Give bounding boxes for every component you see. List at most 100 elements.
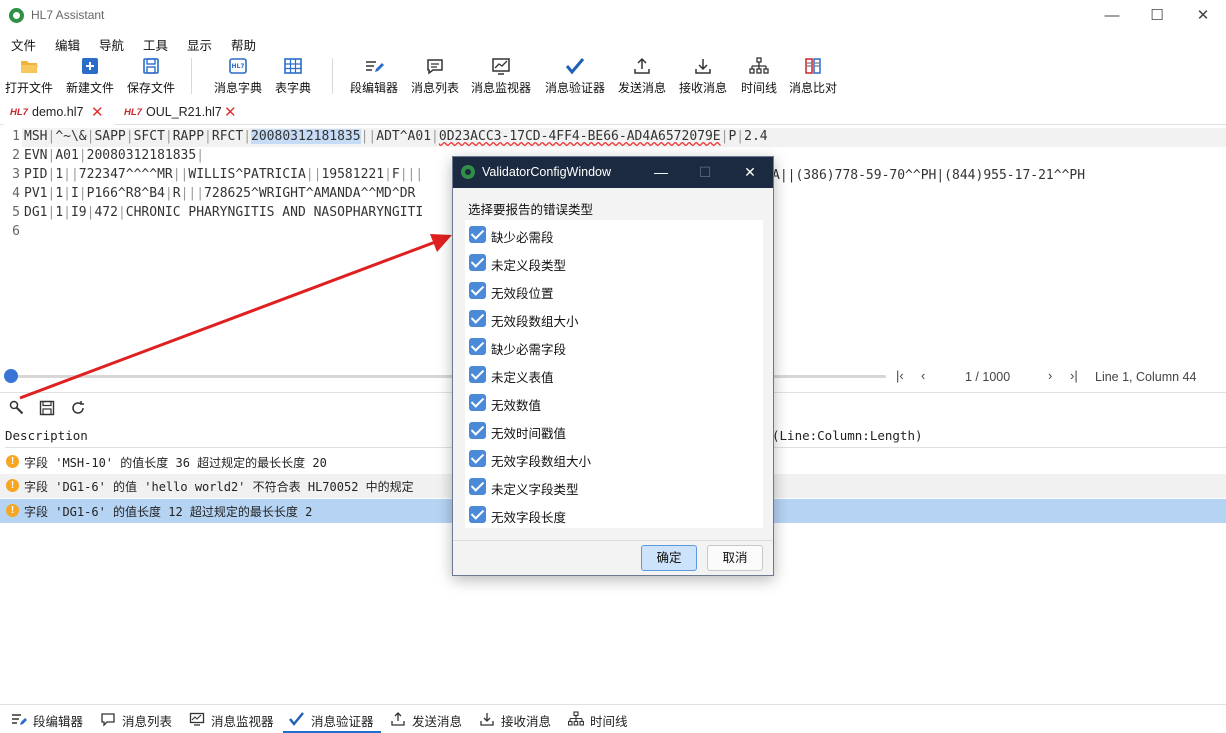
field-separator: | (63, 186, 71, 201)
editor-line: PID|1||722347^^^^MR||WILLIS^PATRICIA||19… (24, 167, 423, 182)
field-value: 722347^^^^MR (78, 167, 173, 182)
checkbox-checked-icon (469, 254, 486, 271)
checkbox-invalid-timestamp-value[interactable]: 无效时间戳值 (469, 419, 759, 445)
toolbar-separator (332, 58, 333, 94)
field-value: F (391, 167, 400, 182)
column-header-location[interactable]: (Line:Column:Length) (772, 423, 1226, 448)
field-value: R (172, 186, 181, 201)
message-slider-thumb[interactable] (4, 369, 18, 383)
bottom-tab-send-message[interactable]: 发送消息 (390, 705, 464, 733)
refresh-icon[interactable] (69, 399, 87, 417)
field-value: DG1 (24, 205, 48, 220)
last-message-button[interactable]: ›| (1070, 368, 1078, 383)
checkbox-undefined-field-type[interactable]: 未定义字段类型 (469, 475, 759, 501)
field-value: I9 (70, 205, 87, 220)
checkbox-checked-icon (469, 506, 486, 523)
message-validator-button[interactable]: 消息验证器 (543, 54, 607, 98)
next-message-button[interactable]: › (1048, 368, 1052, 383)
app-logo-icon (9, 8, 24, 23)
upload-icon (634, 57, 650, 74)
field-value: RAPP (172, 129, 205, 144)
bottom-panel-tabs: 段编辑器 消息列表 消息监视器 消息验证器 发送消息 接收消息 时间线 (0, 704, 1226, 733)
wrench-settings-icon[interactable] (8, 399, 26, 417)
table-dictionary-button[interactable]: 表字典 (266, 54, 320, 98)
field-value: ^~\& (55, 129, 87, 144)
checkbox-invalid-field-length[interactable]: 无效字段长度 (469, 503, 759, 529)
editor-line: MSH|^~\&|SAPP|SFCT|RAPP|RFCT|20080312181… (24, 129, 768, 144)
save-results-icon[interactable] (38, 399, 56, 417)
bottom-tab-message-list[interactable]: 消息列表 (100, 705, 174, 733)
checkbox-missing-required-segment[interactable]: 缺少必需段 (469, 223, 759, 249)
message-monitor-button[interactable]: 消息监视器 (469, 54, 533, 98)
field-value: P166^R8^B4 (86, 186, 165, 201)
field-value: SFCT (133, 129, 165, 144)
close-tab-icon[interactable]: ✕ (224, 103, 237, 121)
checkbox-undefined-segment-type[interactable]: 未定义段类型 (469, 251, 759, 277)
new-file-button[interactable]: 新建文件 (63, 54, 117, 98)
tab-demo-hl7[interactable]: HL7 demo.hl7 ✕ (4, 101, 114, 126)
field-value: I (70, 186, 79, 201)
save-icon (143, 58, 159, 74)
tab-oul-r21-hl7[interactable]: HL7 OUL_R21.hl7 ✕ (124, 101, 244, 125)
checkbox-checked-icon (469, 226, 486, 243)
field-value: 1 (55, 167, 64, 182)
menu-help[interactable]: 帮助 (231, 35, 256, 54)
svg-text:HL7: HL7 (231, 63, 244, 70)
message-dictionary-button[interactable]: HL7 消息字典 (211, 54, 265, 98)
dialog-close-button[interactable]: ✕ (728, 157, 772, 188)
field-separator: | (736, 129, 745, 144)
field-value: 1 (55, 205, 64, 220)
minimize-button[interactable]: — (1089, 0, 1135, 31)
field-value: 2.4 (744, 129, 768, 144)
field-value: PID (24, 167, 48, 182)
cancel-button[interactable]: 取消 (707, 545, 763, 571)
message-list-button[interactable]: 消息列表 (408, 54, 462, 98)
timeline-icon (568, 711, 584, 726)
result-description: 字段 'DG1-6' 的值 'hello world2' 不符合表 HL7005… (24, 480, 414, 494)
bottom-tab-segment-editor[interactable]: 段编辑器 (11, 705, 85, 733)
menu-tools[interactable]: 工具 (143, 35, 168, 54)
checkbox-invalid-segment-position[interactable]: 无效段位置 (469, 279, 759, 305)
dialog-minimize-button[interactable]: — (639, 157, 683, 188)
checkbox-invalid-field-array-size[interactable]: 无效字段数组大小 (469, 447, 759, 473)
title-bar: HL7 Assistant — ☐ ✕ (0, 0, 1226, 31)
tab-label: demo.hl7 (32, 105, 84, 119)
ok-button[interactable]: 确定 (641, 545, 697, 571)
maximize-button[interactable]: ☐ (1134, 0, 1180, 31)
message-compare-button[interactable]: 消息比对 (786, 54, 840, 98)
first-message-button[interactable]: |‹ (896, 368, 904, 383)
cursor-position: Line 1, Column 44 (1095, 370, 1197, 384)
open-file-button[interactable]: 打开文件 (2, 54, 56, 98)
bottom-tab-message-validator[interactable]: 消息验证器 (283, 705, 381, 733)
send-message-button[interactable]: 发送消息 (615, 54, 669, 98)
field-separator: | (78, 186, 87, 201)
menu-file[interactable]: 文件 (11, 35, 36, 54)
checkbox-invalid-segment-array-size[interactable]: 无效段数组大小 (469, 307, 759, 333)
field-separator: || (305, 167, 322, 182)
close-window-button[interactable]: ✕ (1180, 0, 1226, 31)
field-separator: | (125, 129, 134, 144)
save-file-button[interactable]: 保存文件 (124, 54, 178, 98)
field-value: 20080312181835 (251, 129, 361, 144)
menu-navigate[interactable]: 导航 (99, 35, 124, 54)
app-logo-icon (461, 165, 475, 179)
bottom-tab-timeline[interactable]: 时间线 (568, 705, 632, 733)
field-separator: | (196, 148, 205, 163)
checkbox-invalid-numeric-value[interactable]: 无效数值 (469, 391, 759, 417)
bottom-tab-message-monitor[interactable]: 消息监视器 (189, 705, 275, 733)
receive-message-button[interactable]: 接收消息 (676, 54, 730, 98)
editor-line-3-tail: A||(386)778-59-70^^PH|(844)955-17-21^^PH (772, 168, 1086, 183)
close-tab-icon[interactable]: ✕ (91, 103, 104, 121)
previous-message-button[interactable]: ‹ (921, 368, 925, 383)
checkbox-missing-required-field[interactable]: 缺少必需字段 (469, 335, 759, 361)
segment-editor-button[interactable]: 段编辑器 (347, 54, 401, 98)
bottom-tab-receive-message[interactable]: 接收消息 (479, 705, 553, 733)
checkbox-undefined-table-value[interactable]: 未定义表值 (469, 363, 759, 389)
dialog-title-bar[interactable]: ValidatorConfigWindow — ☐ ✕ (453, 157, 773, 188)
field-separator: | (243, 129, 252, 144)
field-value: 19581221 (321, 167, 385, 182)
menu-view[interactable]: 显示 (187, 35, 212, 54)
menu-edit[interactable]: 编辑 (55, 35, 80, 54)
timeline-button[interactable]: 时间线 (737, 54, 781, 98)
message-list-icon (101, 713, 115, 727)
